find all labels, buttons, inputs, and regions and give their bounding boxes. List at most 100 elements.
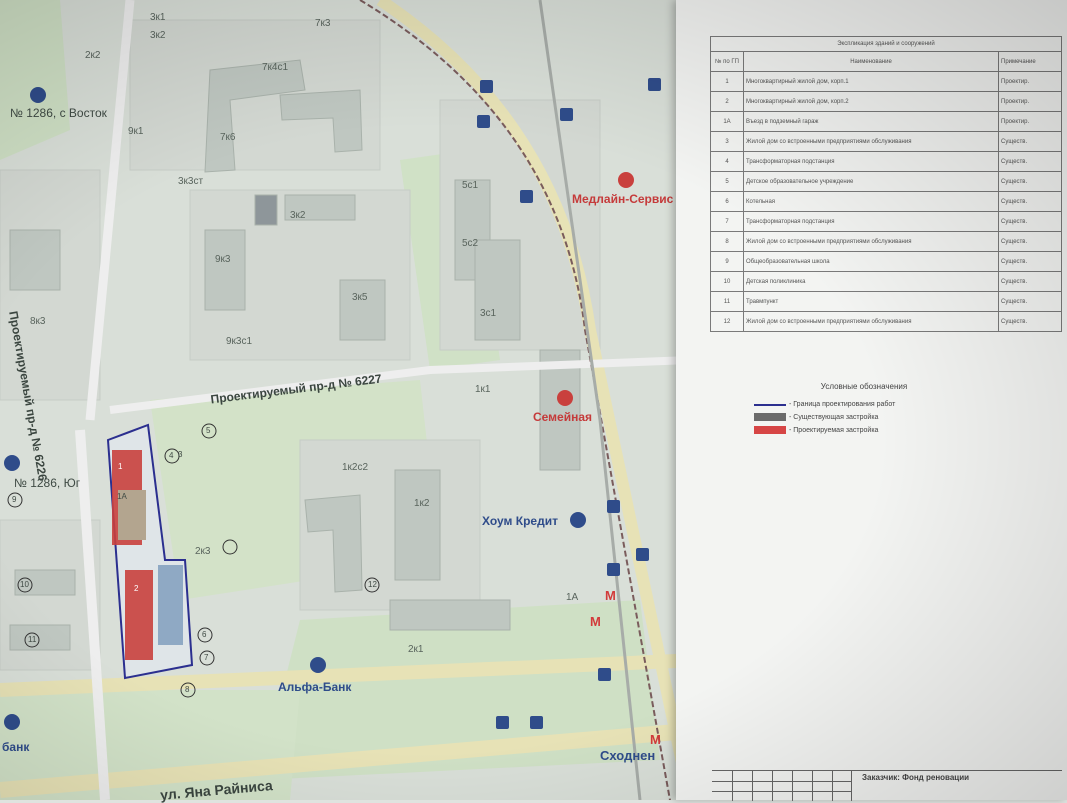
- plan-number: 9: [12, 495, 17, 504]
- legend-label: - Граница проектирования работ: [789, 401, 896, 408]
- bank-icon: [570, 512, 586, 528]
- courtyard: [158, 565, 183, 645]
- projected-building-2: [125, 570, 153, 660]
- building-number: 8к3: [30, 316, 46, 327]
- plan-number: 8: [185, 685, 190, 694]
- row-name: Травмпункт: [743, 291, 999, 312]
- buildings-table: Экспликация зданий и сооружений № по ГП …: [710, 36, 1062, 332]
- plan-sheet: Экспликация зданий и сооружений № по ГП …: [676, 0, 1067, 801]
- table-row: 1 Многоквартирный жилой дом, корп.1 Проект…: [710, 71, 1062, 92]
- row-number: 7: [710, 211, 744, 232]
- bus-stop-icon: [598, 668, 611, 681]
- row-name: Въезд в подземный гараж: [743, 111, 999, 132]
- table-row: 5 Детское образовательное учреждение Сущес…: [710, 171, 1062, 192]
- row-name: Общеобразовательная школа: [743, 251, 999, 272]
- bus-stop-icon: [496, 716, 509, 729]
- building-number: 3к2: [290, 210, 306, 221]
- stop-label[interactable]: № 1286, с Восток: [10, 106, 107, 120]
- plan-number: 12: [368, 580, 377, 589]
- row-number: 12: [710, 311, 744, 332]
- poi-label[interactable]: Медлайн-Сервис: [572, 192, 673, 206]
- metro-icon[interactable]: M: [650, 732, 661, 747]
- table-row: 6 Котельная Существ.: [710, 191, 1062, 212]
- bus-stop-icon: [30, 87, 46, 103]
- building-number: 3к1: [150, 12, 166, 23]
- row-name: Жилой дом со встроенными предприятиями о…: [743, 231, 999, 252]
- row-status: Существ.: [998, 231, 1062, 252]
- table-row: 2 Многоквартирный жилой дом, корп.2 Проект…: [710, 91, 1062, 112]
- plan-number: 6: [202, 630, 207, 639]
- bank-icon: [310, 657, 326, 673]
- table-caption: Экспликация зданий и сооружений: [710, 36, 1062, 52]
- building-number: 3к2: [150, 30, 166, 41]
- poi-label[interactable]: Хоум Кредит: [482, 514, 558, 528]
- row-status: Проектир.: [998, 111, 1062, 132]
- row-status: Существ.: [998, 211, 1062, 232]
- row-name: Трансформаторная подстанция: [743, 151, 999, 172]
- row-number: 8: [710, 231, 744, 252]
- table-row: 1А Въезд в подземный гараж Проектир.: [710, 111, 1062, 132]
- poi-label[interactable]: Сходнен: [600, 748, 655, 763]
- legend-item: - Граница проектирования работ: [754, 401, 974, 408]
- metro-icon[interactable]: M: [590, 614, 601, 629]
- poi-label[interactable]: Альфа-Банк: [278, 680, 351, 694]
- building-number: 5с2: [462, 238, 479, 249]
- row-status: Существ.: [998, 251, 1062, 272]
- row-name: Многоквартирный жилой дом, корп.2: [743, 91, 999, 112]
- plan-number: 2: [134, 584, 139, 593]
- plan-number: 5: [206, 426, 211, 435]
- table-row: 9 Общеобразовательная школа Существ.: [710, 251, 1062, 272]
- building-number: 1к1: [475, 384, 491, 395]
- legend: Условные обозначения - Граница проектиро…: [754, 382, 974, 439]
- bus-stop-icon: [477, 115, 490, 128]
- table-row: 8 Жилой дом со встроенными предприятиями …: [710, 231, 1062, 252]
- metro-icon[interactable]: M: [605, 588, 616, 603]
- row-name: Котельная: [743, 191, 999, 212]
- building-number: 9к1: [128, 126, 144, 137]
- row-status: Существ.: [998, 171, 1062, 192]
- projected-swatch: [754, 426, 786, 434]
- plan-number: 10: [20, 580, 29, 589]
- row-number: 3: [710, 131, 744, 152]
- row-status: Существ.: [998, 191, 1062, 212]
- row-number: 5: [710, 171, 744, 192]
- row-number: 9: [710, 251, 744, 272]
- bus-stop-icon: [530, 716, 543, 729]
- building-number: 2к1: [408, 644, 424, 655]
- row-number: 1: [710, 71, 744, 92]
- bus-stop-icon: [607, 500, 620, 513]
- stop-label[interactable]: № 1286, Юг: [14, 476, 80, 490]
- poi-label[interactable]: банк: [2, 740, 29, 754]
- table-row: 10 Детская поликлиника Существ.: [710, 271, 1062, 292]
- bus-stop-icon: [4, 455, 20, 471]
- row-status: Существ.: [998, 131, 1062, 152]
- row-name: Многоквартирный жилой дом, корп.1: [743, 71, 999, 92]
- table-row: 3 Жилой дом со встроенными предприятиями …: [710, 131, 1062, 152]
- building-number: 1к2с2: [342, 462, 369, 473]
- row-number: 10: [710, 271, 744, 292]
- row-status: Существ.: [998, 291, 1062, 312]
- bus-stop-icon: [480, 80, 493, 93]
- row-number: 2: [710, 91, 744, 112]
- poi-label[interactable]: Семейная: [533, 410, 592, 424]
- row-name: Жилой дом со встроенными предприятиями о…: [743, 131, 999, 152]
- building-number: 3к3ст: [178, 176, 204, 187]
- building-number: 3к5: [352, 292, 368, 303]
- plan-number: 4: [169, 451, 174, 460]
- row-name: Трансформаторная подстанция: [743, 211, 999, 232]
- building-number: 7к6: [220, 132, 236, 143]
- table-row: 4 Трансформаторная подстанция Существ.: [710, 151, 1062, 172]
- bus-stop-icon: [607, 563, 620, 576]
- medical-icon: [618, 172, 634, 188]
- plan-number: 1А: [117, 492, 127, 501]
- building-number: 7к4с1: [262, 62, 289, 73]
- legend-label: - Существующая застройка: [789, 413, 879, 421]
- row-number: 1А: [710, 111, 744, 132]
- title-block: Заказчик: Фонд реновации: [712, 770, 1062, 801]
- plan-number: 11: [28, 635, 37, 644]
- table-header-name: Наименование: [743, 51, 999, 72]
- row-status: Проектир.: [998, 71, 1062, 92]
- table-header-num: № по ГП: [710, 51, 744, 72]
- row-name: Детское образовательное учреждение: [743, 171, 999, 192]
- table-row: 7 Трансформаторная подстанция Существ.: [710, 211, 1062, 232]
